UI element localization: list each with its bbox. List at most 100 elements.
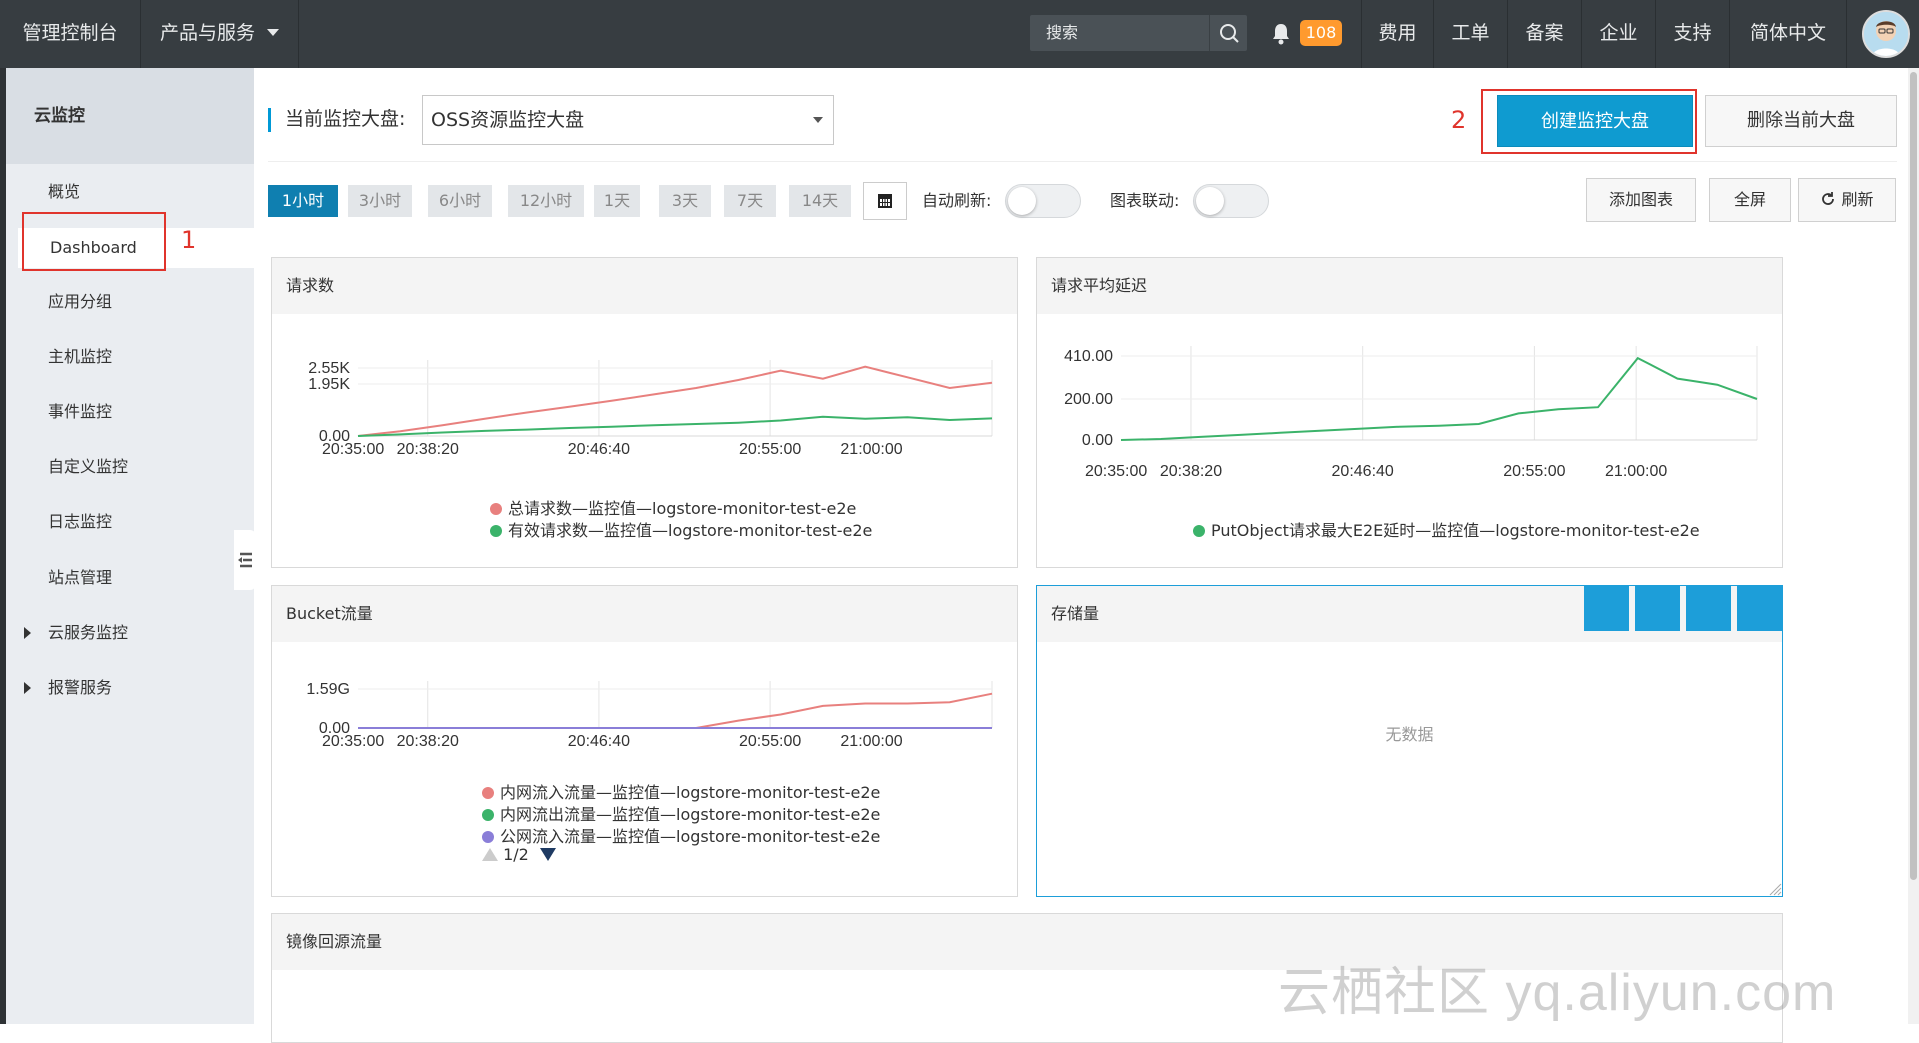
delete-dashboard-button[interactable]: 删除当前大盘 <box>1705 95 1897 147</box>
top-navigation-bar: 管理控制台 产品与服务 搜索 108 费用 工单 备案 企业 支持 简体中文 <box>0 0 1919 68</box>
x-tick-label: 21:00:00 <box>840 733 902 750</box>
sidebar-item-alarm-service[interactable]: 报警服务 <box>6 668 254 708</box>
x-tick-label: 20:35:00 <box>1085 463 1147 480</box>
y-tick-label: 0.00 <box>1082 432 1113 449</box>
main-content: 当前监控大盘: OSS资源监控大盘 创建监控大盘 删除当前大盘 1小时 3小时 … <box>254 68 1904 1043</box>
legend-label: 有效请求数—监控值—logstore-monitor-test-e2e <box>508 521 873 540</box>
annotation-box-create <box>1481 89 1697 154</box>
time-range-1h[interactable]: 1小时 <box>268 185 338 217</box>
time-range-tool-button[interactable] <box>1584 586 1629 676</box>
calendar-icon <box>878 194 892 208</box>
legend-page-indicator: 1/2 <box>503 845 529 864</box>
expand-chart-button[interactable] <box>1686 586 1731 675</box>
y-tick-label: 200.00 <box>1064 391 1113 408</box>
legend-item[interactable]: 有效请求数—监控值—logstore-monitor-test-e2e <box>490 517 872 541</box>
sidebar-item-label: 云服务监控 <box>48 623 129 642</box>
search-input[interactable]: 搜索 <box>1046 15 1078 51</box>
sidebar-title: 云监控 <box>6 68 254 164</box>
x-tick-label: 20:55:00 <box>739 733 801 750</box>
annotation-box-dashboard <box>22 212 166 271</box>
chart-link-toggle[interactable] <box>1193 184 1269 218</box>
legend-item[interactable]: 总请求数—监控值—logstore-monitor-test-e2e <box>490 495 856 519</box>
x-tick-label: 21:00:00 <box>840 441 902 458</box>
y-tick-label: 1.59G <box>306 681 350 698</box>
search-icon[interactable] <box>1209 15 1247 51</box>
legend-label: 内网流出流量—监控值—logstore-monitor-test-e2e <box>500 805 881 824</box>
user-avatar[interactable] <box>1862 10 1910 58</box>
time-range-3h[interactable]: 3小时 <box>348 185 412 217</box>
sidebar-item-overview[interactable]: 概览 <box>6 172 254 212</box>
x-tick-label: 20:38:20 <box>1160 463 1222 480</box>
x-tick-label: 20:38:20 <box>397 733 459 750</box>
nav-billing[interactable]: 费用 <box>1362 0 1433 68</box>
x-tick-label: 20:46:40 <box>568 441 630 458</box>
scrollbar-thumb[interactable] <box>1910 72 1917 880</box>
nav-enterprise[interactable]: 企业 <box>1582 0 1655 68</box>
panel-title: Bucket流量 <box>272 586 1017 642</box>
sidebar-item-site-management[interactable]: 站点管理 <box>6 558 254 598</box>
legend-label: PutObject请求最大E2E延时—监控值—logstore-monitor-… <box>1211 521 1700 540</box>
products-menu[interactable]: 产品与服务 <box>141 0 298 68</box>
time-range-14d[interactable]: 14天 <box>789 185 851 217</box>
fullscreen-button[interactable]: 全屏 <box>1709 178 1791 222</box>
toggle-knob <box>1008 187 1036 215</box>
legend-item[interactable]: 内网流入流量—监控值—logstore-monitor-test-e2e <box>482 779 880 803</box>
sidebar-item-host-monitoring[interactable]: 主机监控 <box>6 337 254 377</box>
expand-icon <box>1698 654 1719 675</box>
chevron-down-icon <box>267 29 280 36</box>
clock-icon <box>1595 653 1618 676</box>
time-range-1d[interactable]: 1天 <box>594 185 640 217</box>
legend-item[interactable]: PutObject请求最大E2E延时—监控值—logstore-monitor-… <box>1193 517 1700 541</box>
sidebar-collapse-toggle[interactable] <box>234 530 256 590</box>
legend-item[interactable]: 内网流出流量—监控值—logstore-monitor-test-e2e <box>482 801 880 825</box>
language-selector[interactable]: 简体中文 <box>1730 0 1846 68</box>
auto-refresh-toggle[interactable] <box>1005 184 1081 218</box>
x-tick-label: 20:55:00 <box>739 441 801 458</box>
nav-support[interactable]: 支持 <box>1656 0 1729 68</box>
sidebar-item-app-groups[interactable]: 应用分组 <box>6 282 254 322</box>
nav-tickets[interactable]: 工单 <box>1434 0 1507 68</box>
chart-link-label: 图表联动: <box>1110 191 1180 210</box>
no-data-message: 无数据 <box>1385 725 1434 744</box>
nav-icp-filing[interactable]: 备案 <box>1508 0 1581 68</box>
time-range-12h[interactable]: 12小时 <box>508 185 584 217</box>
console-home-link[interactable]: 管理控制台 <box>0 0 140 68</box>
x-tick-label: 21:00:00 <box>1605 463 1667 480</box>
dashboard-select[interactable]: OSS资源监控大盘 <box>422 95 834 145</box>
previous-page-icon[interactable] <box>482 848 498 861</box>
sidebar-item-log-monitoring[interactable]: 日志监控 <box>6 502 254 542</box>
resize-handle-icon[interactable] <box>1768 882 1782 896</box>
refresh-icon <box>1646 654 1669 675</box>
chart-settings-button[interactable] <box>1737 586 1782 674</box>
sidebar-item-custom-monitoring[interactable]: 自定义监控 <box>6 447 254 487</box>
caret-right-icon <box>24 627 31 639</box>
menu-collapse-icon <box>238 552 252 568</box>
legend-label: 内网流入流量—监控值—logstore-monitor-test-e2e <box>500 783 881 802</box>
topbar-divider <box>1846 0 1847 68</box>
refresh-button[interactable]: 刷新 <box>1798 178 1896 222</box>
chart-panel-storage: 存储量 无数据 <box>1036 585 1783 897</box>
topbar-divider <box>298 0 299 68</box>
add-chart-button[interactable]: 添加图表 <box>1586 178 1696 222</box>
sidebar-item-cloud-service-monitoring[interactable]: 云服务监控 <box>6 613 254 653</box>
next-page-icon[interactable] <box>539 848 556 861</box>
refresh-chart-button[interactable] <box>1635 586 1680 675</box>
calendar-button[interactable] <box>863 182 907 220</box>
refresh-icon <box>1822 192 1835 205</box>
x-tick-label: 20:55:00 <box>1503 463 1565 480</box>
time-range-3d[interactable]: 3天 <box>659 185 711 217</box>
series-line-1 <box>358 692 993 729</box>
time-range-6h[interactable]: 6小时 <box>428 185 492 217</box>
legend-item[interactable]: 公网流入流量—监控值—logstore-monitor-test-e2e <box>482 823 880 847</box>
bell-icon[interactable] <box>1270 22 1292 46</box>
time-range-7d[interactable]: 7天 <box>724 185 776 217</box>
search-box[interactable]: 搜索 <box>1030 15 1247 51</box>
sidebar-item-event-monitoring[interactable]: 事件监控 <box>6 392 254 432</box>
latency-line-chart: 0.00 200.00 410.00 20:35:00 20:38:20 20:46:40… <box>1064 346 1758 480</box>
bucket-traffic-line-chart: 0.001.59G20:35:00 20:38:20 20:46:40 20:55:0… <box>306 681 993 750</box>
legend-dot <box>490 503 502 515</box>
y-tick-label: 2.55K <box>308 360 350 377</box>
chart-panel-requests: 请求数 0.00 1.95K 2.55K 20:35:00 20:38:20 20:46:… <box>271 257 1018 568</box>
vertical-scrollbar[interactable] <box>1908 68 1919 1024</box>
notification-count-badge[interactable]: 108 <box>1300 20 1342 46</box>
